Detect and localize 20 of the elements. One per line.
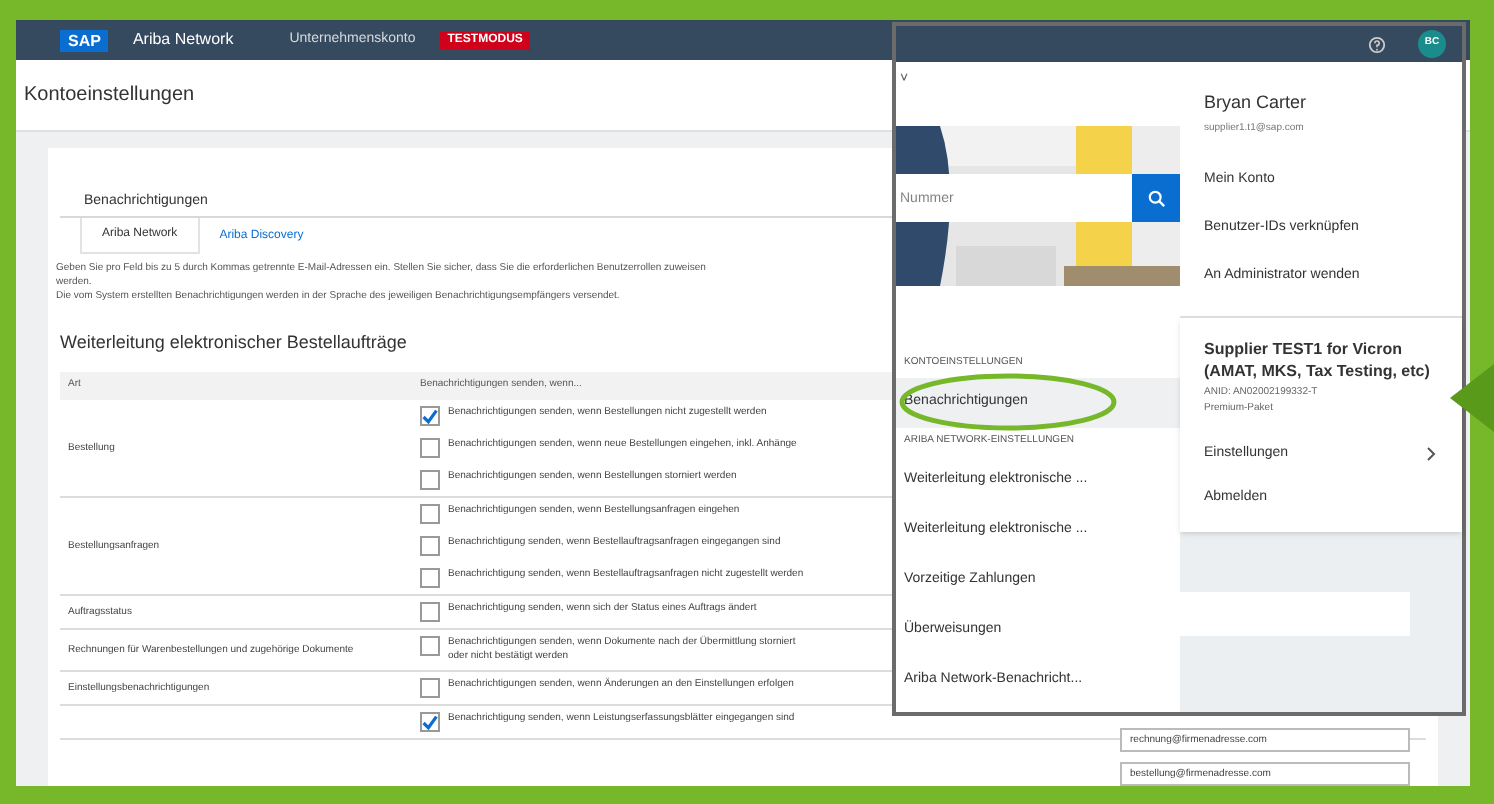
checkbox[interactable] xyxy=(420,568,440,588)
checkbox[interactable] xyxy=(420,602,440,622)
checkbox[interactable] xyxy=(420,406,440,426)
checkbox[interactable] xyxy=(420,470,440,490)
checkbox[interactable] xyxy=(420,712,440,732)
search-icon xyxy=(1147,189,1165,207)
user-name: Bryan Carter xyxy=(1204,90,1309,116)
checkbox[interactable] xyxy=(420,636,440,656)
checkbox[interactable] xyxy=(420,438,440,458)
company-name: Supplier TEST1 for Vicron (AMAT, MKS, Tax Testing, etc) xyxy=(1204,338,1432,382)
checkbox[interactable] xyxy=(420,678,440,698)
page-title: Kontoeinstellungen xyxy=(24,82,195,110)
checkbox[interactable] xyxy=(420,504,440,524)
search-button[interactable] xyxy=(1132,174,1180,222)
help-icon[interactable] xyxy=(1368,35,1386,53)
product-name: Ariba Network xyxy=(132,28,234,52)
group-title: Weiterleitung elektronischer Bestellaufträge xyxy=(60,332,407,352)
sap-logo: SAP xyxy=(60,29,109,51)
pointer-arrow-icon xyxy=(1450,364,1494,432)
checkbox[interactable] xyxy=(420,536,440,556)
